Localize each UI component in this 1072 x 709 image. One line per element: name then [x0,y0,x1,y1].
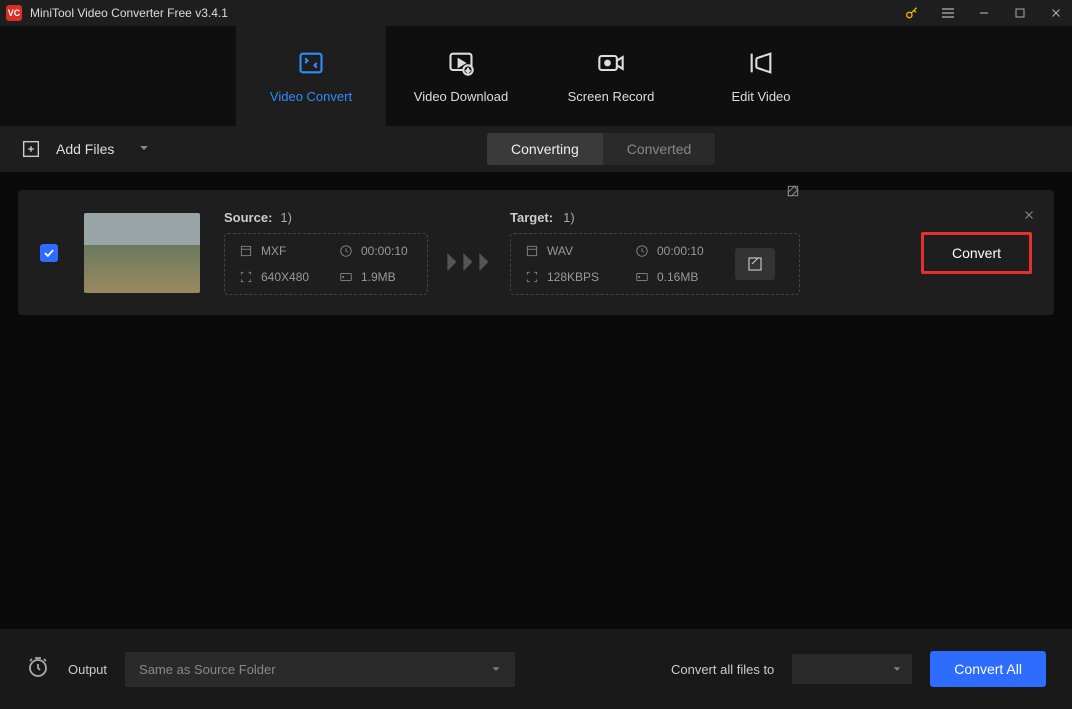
source-label: Source: [224,210,272,225]
tab-video-convert[interactable]: Video Convert [236,26,386,126]
source-size: 1.9MB [339,270,439,284]
storage-icon [635,270,649,284]
add-files-button[interactable]: Add Files [20,138,150,160]
source-info: Source: 1) MXF 00:00:10 640X480 [224,210,428,295]
clock-icon [339,244,353,258]
clock-icon [635,244,649,258]
seg-converted[interactable]: Converted [603,133,716,165]
remove-file-button[interactable] [1022,208,1036,227]
menu-icon[interactable] [938,3,958,23]
target-format: WAV [525,244,635,258]
edit-icon [747,49,775,77]
resolution-icon [525,270,539,284]
source-count: 1) [280,210,292,225]
source-duration: 00:00:10 [339,244,439,258]
file-row: Source: 1) MXF 00:00:10 640X480 [18,190,1054,315]
tab-edit-video[interactable]: Edit Video [686,26,836,126]
target-settings-button[interactable] [735,248,775,280]
add-file-icon [20,138,42,160]
convert-all-button[interactable]: Convert All [930,651,1046,687]
maximize-button[interactable] [1010,3,1030,23]
video-thumbnail[interactable] [84,213,200,293]
titlebar: VC MiniTool Video Converter Free v3.4.1 [0,0,1072,26]
target-bitrate: 128KBPS [525,270,635,284]
source-format: MXF [239,244,339,258]
minimize-button[interactable] [974,3,994,23]
target-format-select[interactable] [792,654,912,684]
tab-screen-record[interactable]: Screen Record [536,26,686,126]
target-duration: 00:00:10 [635,244,735,258]
chevron-down-icon[interactable] [138,141,150,157]
close-button[interactable] [1046,3,1066,23]
resolution-icon [239,270,253,284]
window-title: MiniTool Video Converter Free v3.4.1 [30,6,902,20]
footer-bar: Output Same as Source Folder Convert all… [0,629,1072,709]
chevron-down-icon [491,664,501,674]
source-resolution: 640X480 [239,270,339,284]
target-count: 1) [563,210,575,225]
tab-label: Edit Video [731,89,790,104]
add-files-label: Add Files [56,141,114,157]
tab-label: Video Download [414,89,508,104]
edit-target-icon[interactable] [786,184,800,201]
convert-icon [297,49,325,77]
file-checkbox[interactable] [40,244,58,262]
schedule-icon[interactable] [26,655,50,684]
storage-icon [339,270,353,284]
target-label: Target: [510,210,553,225]
tab-label: Screen Record [568,89,655,104]
main-nav-tabs: Video Convert Video Download Screen Reco… [0,26,1072,126]
output-label: Output [68,662,107,677]
arrow-icon [446,253,492,271]
file-list: Source: 1) MXF 00:00:10 640X480 [0,172,1072,629]
settings-icon [746,255,764,273]
output-folder-select[interactable]: Same as Source Folder [125,652,515,687]
status-segment: Converting Converted [487,133,715,165]
tab-video-download[interactable]: Video Download [386,26,536,126]
app-logo-icon: VC [6,5,22,21]
convert-button[interactable]: Convert [921,232,1032,274]
record-icon [597,49,625,77]
convert-all-to-label: Convert all files to [671,662,774,677]
target-size: 0.16MB [635,270,735,284]
output-folder-value: Same as Source Folder [139,662,276,677]
target-info: Target: 1) WAV 00:00:10 [510,210,800,295]
format-icon [525,244,539,258]
tab-label: Video Convert [270,89,352,104]
toolbar: Add Files Converting Converted [0,126,1072,172]
format-icon [239,244,253,258]
download-icon [447,49,475,77]
upgrade-key-icon[interactable] [902,3,922,23]
chevron-down-icon [892,664,902,674]
seg-converting[interactable]: Converting [487,133,603,165]
